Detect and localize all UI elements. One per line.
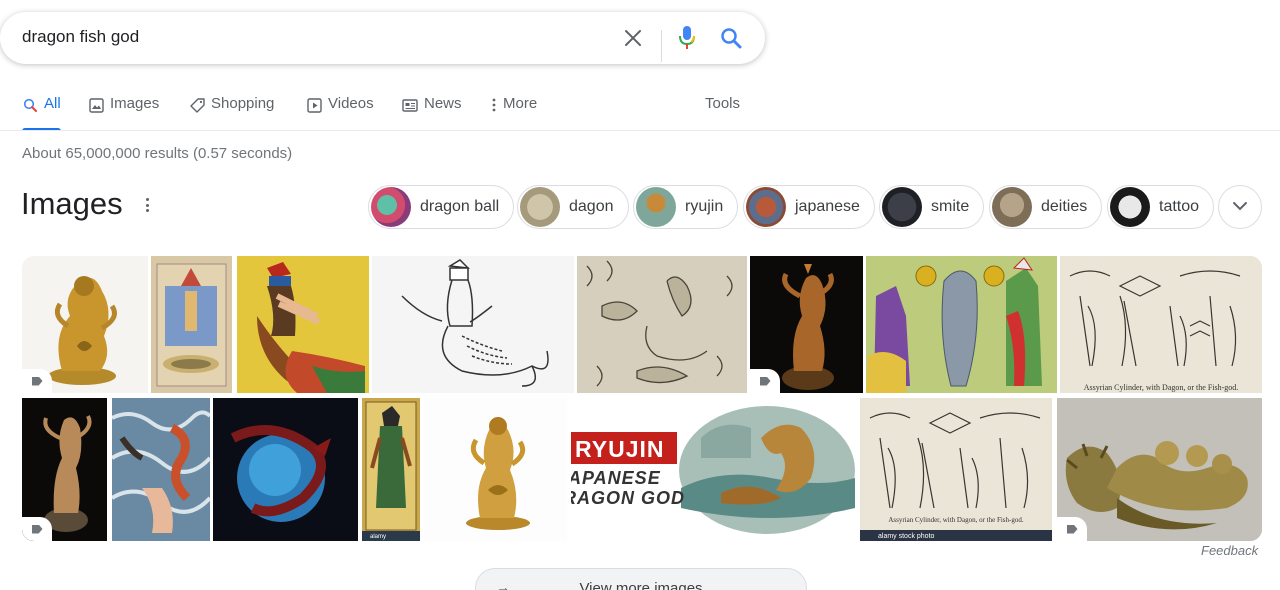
chip-thumbnail [882, 187, 922, 227]
tag-icon [189, 97, 205, 113]
tab-label: More [503, 95, 538, 112]
chip-deities[interactable]: deities [989, 185, 1103, 229]
chip-japanese[interactable]: japanese [743, 185, 875, 229]
search-input[interactable]: dragon fish god [22, 27, 139, 47]
alamy-watermark: alamy stock photo [878, 533, 935, 540]
image-result[interactable] [22, 398, 107, 541]
image-result[interactable] [750, 256, 863, 393]
tab-label: Videos [328, 95, 374, 112]
tools-label: Tools [705, 95, 741, 112]
chip-thumbnail [992, 187, 1032, 227]
chip-dagon[interactable]: dagon [517, 185, 629, 229]
search-icon[interactable] [718, 25, 744, 51]
image-result[interactable] [866, 256, 1057, 393]
chip-thumbnail [371, 187, 411, 227]
image-result[interactable] [1057, 398, 1262, 541]
product-tag-badge [1057, 517, 1087, 541]
tab-label: All [44, 95, 61, 112]
chip-label: tattoo [1159, 198, 1200, 215]
image-result[interactable]: Assyrian Cylinder, with Dagon, or the Fi… [860, 398, 1052, 541]
chip-thumbnail [746, 187, 786, 227]
tab-news[interactable]: News [402, 95, 462, 131]
chip-thumbnail [636, 187, 676, 227]
tab-shopping[interactable]: Shopping [189, 95, 274, 131]
view-more-label: View more images [579, 579, 703, 590]
tabs-divider [0, 130, 1280, 131]
image-icon [88, 97, 104, 113]
chip-label: deities [1041, 198, 1088, 215]
image-result[interactable]: Assyrian Cylinder, with Dagon, or the Fi… [1060, 256, 1262, 393]
image-result[interactable] [424, 398, 567, 541]
feedback-link[interactable]: Feedback [1201, 543, 1258, 558]
chip-smite[interactable]: smite [879, 185, 985, 229]
tab-images[interactable]: Images [88, 95, 159, 131]
banner-title: RYUJIN [575, 436, 665, 462]
tab-label: Images [110, 95, 160, 112]
microphone-icon[interactable] [674, 25, 700, 51]
alamy-watermark: alamy [370, 534, 387, 540]
clear-icon[interactable] [620, 25, 646, 51]
image-caption-cylinder: Assyrian Cylinder, with Dagon, or the Fi… [888, 516, 1024, 524]
image-result[interactable] [112, 398, 210, 541]
image-caption-cylinder: Assyrian Cylinder, with Dagon, or the Fi… [1083, 383, 1239, 392]
view-more-images-button[interactable]: → View more images [475, 568, 807, 590]
image-grid: Assyrian Cylinder, with Dagon, or the Fi… [22, 256, 1262, 541]
images-menu-icon[interactable] [140, 195, 154, 215]
banner-subtitle-1: JAPANESE [571, 468, 661, 488]
chip-dragon-ball[interactable]: dragon ball [368, 185, 515, 229]
search-box[interactable]: dragon fish god [0, 12, 765, 64]
tab-videos[interactable]: Videos [306, 95, 374, 131]
tab-label: News [424, 95, 462, 112]
play-icon [306, 97, 322, 113]
search-icon [22, 97, 38, 113]
tab-label: Shopping [211, 95, 275, 112]
news-icon [402, 97, 418, 113]
image-result[interactable] [577, 256, 747, 393]
result-stats: About 65,000,000 results (0.57 seconds) [22, 145, 293, 162]
chip-thumbnail [1110, 187, 1150, 227]
tab-more[interactable]: More [490, 95, 537, 131]
search-divider [661, 30, 662, 62]
image-result[interactable] [237, 256, 369, 393]
image-result[interactable] [213, 398, 358, 541]
product-tag-badge [22, 517, 52, 541]
more-vertical-icon [490, 97, 498, 113]
banner-subtitle-2: DRAGON GOD [571, 488, 685, 508]
chip-ryujin[interactable]: ryujin [633, 185, 739, 229]
chip-thumbnail [520, 187, 560, 227]
chip-label: dagon [569, 198, 614, 215]
chip-label: ryujin [685, 198, 724, 215]
image-result[interactable] [151, 256, 232, 393]
image-result[interactable] [372, 256, 574, 393]
search-tabs: All Images Shopping Videos News More Too… [22, 95, 1280, 131]
image-result[interactable]: RYUJIN JAPANESE DRAGON GOD [571, 398, 857, 541]
images-section-title: Images [21, 186, 123, 221]
chip-expand-button[interactable] [1218, 185, 1262, 229]
product-tag-badge [22, 369, 52, 393]
chip-label: smite [931, 198, 970, 215]
chip-label: japanese [795, 198, 860, 215]
tab-all[interactable]: All [22, 95, 61, 131]
image-result[interactable] [22, 256, 148, 393]
chip-label: dragon ball [420, 198, 500, 215]
chip-tattoo[interactable]: tattoo [1107, 185, 1215, 229]
tools-button[interactable]: Tools [705, 95, 740, 131]
chevron-down-icon [1232, 198, 1248, 216]
arrow-right-icon: → [496, 579, 510, 590]
product-tag-badge [750, 369, 780, 393]
image-result[interactable]: alamy [362, 398, 420, 541]
